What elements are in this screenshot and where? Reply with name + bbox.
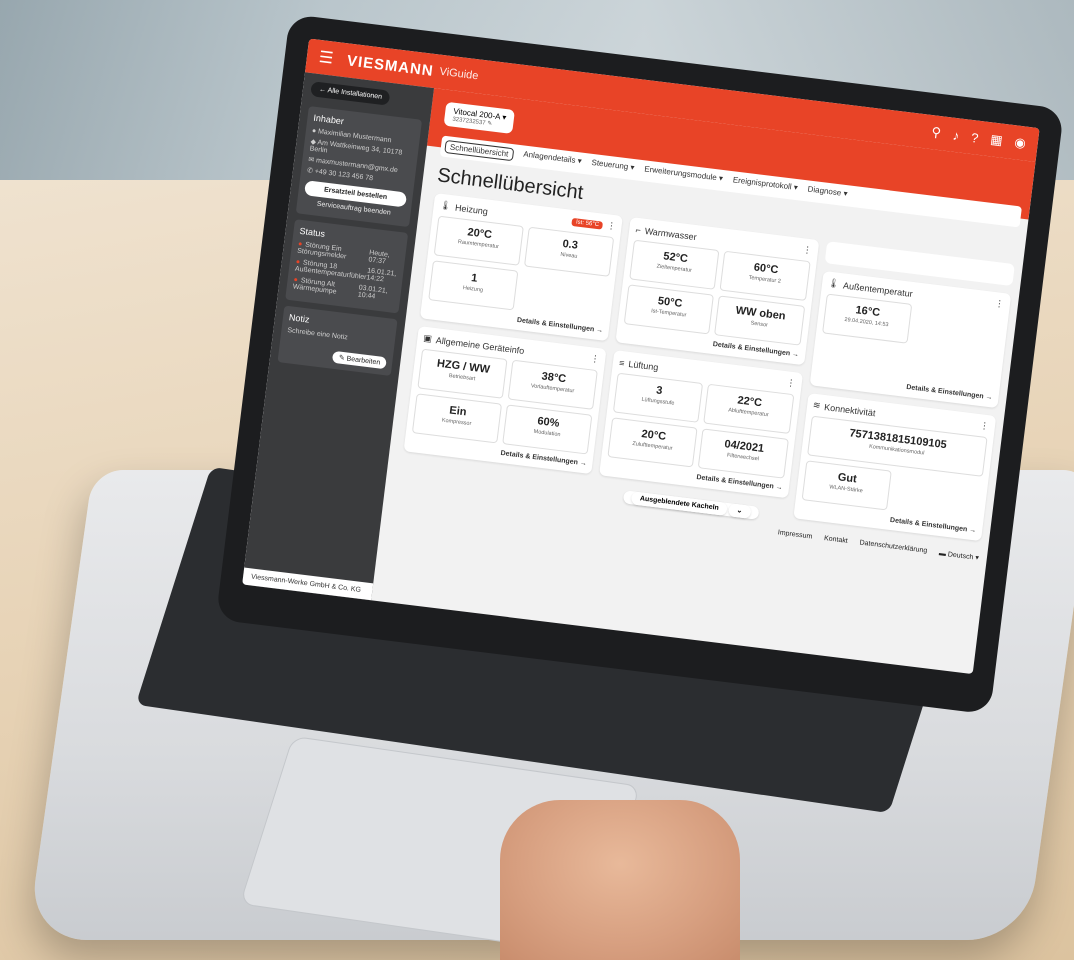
geraeteinfo-card: ▣ Allgemeine Geräteinfo ⋮ HZG / WW Betrie… bbox=[403, 326, 607, 475]
tile-temperatur-2[interactable]: 60°C Temperatur 2 bbox=[719, 250, 811, 301]
search-icon[interactable]: ⚲ bbox=[931, 124, 942, 141]
more-icon[interactable]: ⋮ bbox=[802, 244, 812, 256]
footer-link-kontakt[interactable]: Kontakt bbox=[824, 535, 848, 546]
help-icon[interactable]: ? bbox=[970, 129, 979, 145]
tile-kompressor[interactable]: Ein Kompressor bbox=[411, 393, 503, 444]
back-to-installations-button[interactable]: ← Alle Installationen bbox=[310, 81, 391, 106]
column-1: 🌡 Heizung Ist: 56°C ⋮ 20°C Raumtemperatur… bbox=[401, 193, 624, 496]
lueftung-title: Lüftung bbox=[627, 358, 659, 372]
menu-icon[interactable]: ☰ bbox=[318, 47, 335, 69]
tile-vorlauftemperatur[interactable]: 38°C Vorlauftemperatur bbox=[507, 359, 599, 410]
note-box: Notiz Schreibe eine Notiz ✎ Bearbeiten bbox=[277, 305, 398, 376]
column-2: ⌐ Warmwasser ⋮ 52°C Zieltemperatur 60°C Te… bbox=[597, 217, 820, 520]
laptop-lid: ☰ VIESMANN ViGuide ⚲ ♪ ? ▦ ◉ ← Alle Inst… bbox=[215, 14, 1065, 715]
konnektivitaet-card: ≋ Konnektivität ⋮ 7571381815109105 Kommun… bbox=[792, 392, 997, 542]
heizung-badge: Ist: 56°C bbox=[571, 217, 604, 230]
tile-raumtemperatur[interactable]: 20°C Raumtemperatur bbox=[433, 215, 525, 266]
tile-wlan-staerke[interactable]: Gut WLAN-Stärke bbox=[801, 460, 892, 511]
faucet-icon: ⌐ bbox=[635, 224, 642, 235]
lueftung-card: ≡ Lüftung ⋮ 3 Lüftungsstufe 22°C Ablufttem… bbox=[599, 350, 803, 499]
arrow-right-icon: → bbox=[968, 526, 977, 535]
app-name: ViGuide bbox=[438, 65, 479, 83]
footer-link-impressum[interactable]: Impressum bbox=[777, 529, 812, 541]
heizung-card: 🌡 Heizung Ist: 56°C ⋮ 20°C Raumtemperatur… bbox=[419, 193, 624, 342]
tile-niveau[interactable]: 0.3 Niveau bbox=[524, 226, 615, 277]
tile-betriebsart[interactable]: HZG / WW Betriebsart bbox=[417, 348, 508, 399]
tile-modulation[interactable]: 60% Modulation bbox=[502, 404, 593, 455]
arrow-right-icon: → bbox=[775, 483, 783, 492]
arrow-right-icon: → bbox=[579, 459, 588, 468]
user-hand bbox=[500, 800, 740, 960]
device-icon: ▣ bbox=[422, 332, 433, 344]
thermometer-icon: 🌡 bbox=[827, 277, 840, 289]
tab-erweiterungsmodule[interactable]: Erweiterungsmodule ▾ bbox=[643, 164, 724, 187]
tile-heizung[interactable]: 1 Heizung bbox=[428, 260, 519, 311]
more-icon[interactable]: ⋮ bbox=[606, 220, 616, 232]
more-icon[interactable]: ⋮ bbox=[979, 420, 989, 432]
brand-logo: VIESMANN bbox=[346, 51, 435, 80]
chevron-down-icon: ▾ bbox=[501, 112, 507, 123]
tile-ablufttemperatur[interactable]: 22°C Ablufttemperatur bbox=[703, 383, 795, 434]
column-3: 🌡 Außentemperatur ⋮ 16°C 29.04.2020, 14:5… bbox=[792, 241, 1015, 544]
main-content: Vitocal 200-A ▾ 3237232537 ✎ Schnellüber… bbox=[377, 95, 1035, 674]
warmwasser-title: Warmwasser bbox=[644, 225, 698, 242]
bell-icon[interactable]: ♪ bbox=[952, 127, 960, 143]
tab-diagnose[interactable]: Diagnose ▾ bbox=[807, 184, 848, 202]
wifi-icon: ≋ bbox=[812, 399, 822, 411]
tile-lueftungsstufe[interactable]: 3 Lüftungsstufe bbox=[613, 372, 704, 423]
tab-schnelluebersicht[interactable]: Schnellübersicht bbox=[444, 139, 515, 162]
tile-ist-temperatur[interactable]: 50°C Ist-Temperatur bbox=[624, 284, 715, 335]
aussentemperatur-title: Außentemperatur bbox=[842, 279, 914, 299]
konnektivitaet-title: Konnektivität bbox=[823, 401, 877, 418]
owner-box: Inhaber ● Maximilian Mustermann ◆ Am Wat… bbox=[295, 105, 423, 228]
device-selector[interactable]: Vitocal 200-A ▾ 3237232537 ✎ bbox=[443, 101, 516, 134]
sidebar-footer: Viessmann-Werke GmbH & Co. KG bbox=[242, 567, 374, 601]
pencil-icon: ✎ bbox=[486, 120, 493, 128]
more-icon[interactable]: ⋮ bbox=[994, 298, 1004, 310]
thermometer-icon: 🌡 bbox=[439, 199, 452, 212]
edit-note-button[interactable]: ✎ Bearbeiten bbox=[332, 350, 387, 370]
language-selector[interactable]: ▬ Deutsch ▾ bbox=[939, 549, 980, 562]
more-icon[interactable]: ⋮ bbox=[786, 377, 796, 389]
tile-aussentemperatur[interactable]: 16°C 29.04.2020, 14:53 bbox=[821, 293, 913, 344]
user-icon[interactable]: ◉ bbox=[1013, 134, 1027, 151]
tile-zulufttemperatur[interactable]: 20°C Zulufttemperatur bbox=[607, 417, 699, 468]
arrow-right-icon: → bbox=[791, 350, 800, 359]
heizung-title: Heizung bbox=[454, 202, 489, 217]
ventilation-icon: ≡ bbox=[618, 357, 626, 368]
more-icon[interactable]: ⋮ bbox=[590, 353, 600, 365]
tile-zieltemperatur[interactable]: 52°C Zieltemperatur bbox=[629, 239, 720, 290]
chevron-down-icon: ⌄ bbox=[727, 503, 752, 519]
tab-anlagendetails[interactable]: Anlagendetails ▾ bbox=[522, 150, 582, 170]
arrow-right-icon: → bbox=[985, 393, 993, 402]
arrow-right-icon: → bbox=[595, 326, 604, 335]
tile-sensor[interactable]: WW oben Sensor bbox=[714, 295, 805, 346]
tab-steuerung[interactable]: Steuerung ▾ bbox=[591, 158, 635, 176]
tab-ereignisprotokoll[interactable]: Ereignisprotokoll ▾ bbox=[732, 175, 798, 196]
warmwasser-card: ⌐ Warmwasser ⋮ 52°C Zieltemperatur 60°C Te… bbox=[615, 217, 820, 366]
apps-icon[interactable]: ▦ bbox=[989, 131, 1003, 148]
status-box: Status ● Störung Ein Störungsmelder Heute… bbox=[285, 219, 409, 314]
tile-filterwechsel[interactable]: 04/2021 Filterwechsel bbox=[698, 428, 789, 479]
aussentemperatur-card: 🌡 Außentemperatur ⋮ 16°C 29.04.2020, 14:5… bbox=[809, 270, 1012, 409]
laptop-screen: ☰ VIESMANN ViGuide ⚲ ♪ ? ▦ ◉ ← Alle Inst… bbox=[242, 38, 1040, 675]
footer-link-datenschutz[interactable]: Datenschutzerklärung bbox=[859, 539, 927, 555]
